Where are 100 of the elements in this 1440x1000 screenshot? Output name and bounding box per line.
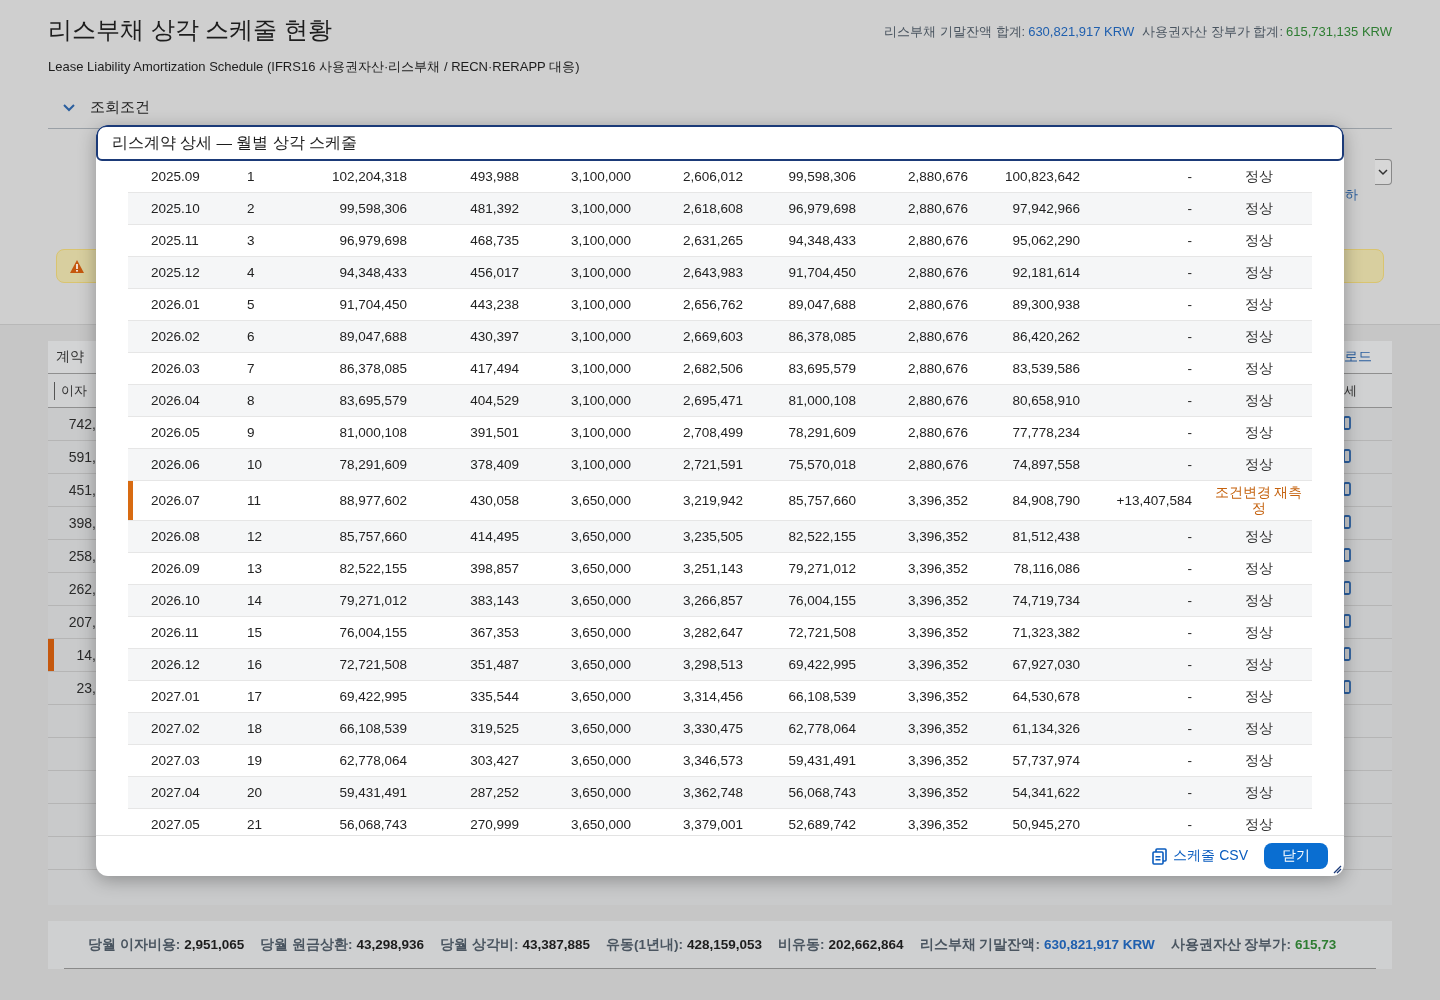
detail-icon[interactable] [1344,579,1351,596]
table-cell-text: 3,251,143 [681,561,744,576]
row-marker [128,481,133,520]
table-cell-text: 3,100,000 [569,169,632,184]
table-cell-text: 2,656,762 [681,297,744,312]
table-cell-text: 3,650,000 [569,561,632,576]
table-cell-text: 2,631,265 [681,233,744,248]
table-cell-text: 3,282,647 [681,625,744,640]
table-cell-text: - [1186,529,1193,544]
detail-icon[interactable] [1344,612,1351,629]
table-cell-text: 99,598,306 [338,201,408,216]
status-text: 정상 [1243,200,1274,217]
detail-icon[interactable] [1344,447,1351,464]
table-cell-text: 99,598,306 [787,169,857,184]
table-cell-text: - [1186,657,1193,672]
table-cell-text: - [1186,593,1193,608]
table-cell-text: 85,757,660 [338,529,408,544]
status-text: 정상 [1243,456,1274,473]
status-text: 정상 [1243,624,1274,641]
table-cell-text: 2,669,603 [681,329,744,344]
table-cell-text: 2,880,676 [906,201,969,216]
table-cell-text: 85,757,660 [787,493,857,508]
table-cell-text: 2026.03 [150,361,201,376]
table-cell-text: 591, [67,449,96,465]
table-cell-text: 3,314,456 [681,689,744,704]
table-cell-text: 2,643,983 [681,265,744,280]
status-text: 정상 [1243,656,1274,673]
status-text: 정상 [1243,328,1274,345]
dropdown-field[interactable] [1375,159,1392,185]
table-cell-text: 74,719,734 [1011,593,1081,608]
table-cell-text: 262, [67,581,96,597]
table-cell-text: 2025.12 [150,265,201,280]
table-cell-text: 75,570,018 [787,457,857,472]
detail-icon[interactable] [1344,414,1351,431]
table-cell-text: 2026.07 [150,493,201,508]
table-cell-text: 207, [67,614,96,630]
table-cell-text: - [1186,561,1193,576]
summary-label: 사용권자산 장부가: [1170,936,1291,952]
table-cell-text: 2026.05 [150,425,201,440]
table-cell-text: 5 [246,297,256,312]
table-cell-text: 2,682,506 [681,361,744,376]
chevron-icon[interactable] [62,101,76,113]
filter-link[interactable]: 하 [1345,186,1358,204]
table-cell-text: 3,100,000 [569,201,632,216]
table-cell-text: 414,495 [469,529,520,544]
table-cell-text: 383,143 [469,593,520,608]
table-cell-text: 69,422,995 [787,657,857,672]
table-cell-text: 2027.05 [150,817,201,832]
table-cell-text: 56,068,743 [338,817,408,832]
table-cell-text: 3,650,000 [569,689,632,704]
table-cell-text: 2026.02 [150,329,201,344]
table-cell-text: 3,362,748 [681,785,744,800]
table-cell-text: 18 [246,721,264,736]
table-cell-text: 451, [67,482,96,498]
summary-label: 유동(1년내): [605,936,683,952]
table-cell-text: 493,988 [469,169,520,184]
summary-value: 428,159,053 [686,936,763,952]
detail-icon[interactable] [1344,546,1351,563]
table-cell-text: 456,017 [469,265,520,280]
table-cell-text: 3,396,352 [906,753,969,768]
table-cell-text: 2,880,676 [906,361,969,376]
table-cell-text: 83,539,586 [1011,361,1081,376]
table-cell-text: 398, [67,515,96,531]
table-cell-text: 468,735 [469,233,520,248]
table-cell-text: - [1186,625,1193,640]
table-cell-text: 97,942,966 [1011,201,1081,216]
summary-label: 당월 이자비용: [88,936,181,952]
status-text: 정상 [1243,168,1274,185]
table-cell-text: 417,494 [469,361,520,376]
detail-icon[interactable] [1344,513,1351,530]
table-cell-text: 80,658,910 [1011,393,1081,408]
status-text: 정상 [1243,528,1274,545]
table-cell-text: 82,522,155 [338,561,408,576]
table-cell-text: - [1186,753,1193,768]
table-cell-text: 3,100,000 [569,329,632,344]
csv-export-button[interactable]: 스케줄 CSV [1152,847,1248,865]
detail-icon[interactable] [1344,645,1351,662]
table-cell-text: 3,650,000 [569,785,632,800]
table-cell-text: 2026.08 [150,529,201,544]
table-cell-text: 3,650,000 [569,753,632,768]
table-cell-text: 13 [246,561,264,576]
download-link[interactable]: 로드 [1344,348,1392,366]
table-cell-text: 78,291,609 [338,457,408,472]
table-cell-text: 91,704,450 [787,265,857,280]
table-cell-text: 3,650,000 [569,625,632,640]
resize-icon[interactable] [1332,864,1342,874]
table-cell-text: 2,695,471 [681,393,744,408]
detail-icon[interactable] [1344,480,1351,497]
detail-icon[interactable] [1344,678,1351,695]
status-text: 정상 [1243,816,1274,833]
table-cell-text: 2,721,591 [681,457,744,472]
page-title: 리스부채 상각 스케줄 현황 [48,15,333,45]
table-cell-text: 287,252 [469,785,520,800]
table-cell-text: 3,100,000 [569,233,632,248]
close-button[interactable]: 닫기 [1264,843,1328,869]
table-cell-text: 69,422,995 [338,689,408,704]
table-cell-text: 12 [246,529,264,544]
table-cell-text: 3,396,352 [906,593,969,608]
table-cell-text: 2027.01 [150,689,201,704]
status-text: 정상 [1243,296,1274,313]
